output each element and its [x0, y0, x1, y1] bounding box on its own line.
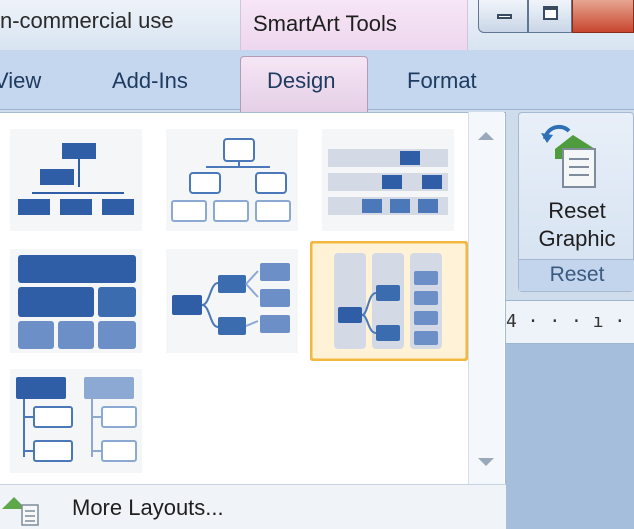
more-layouts-label: More Layouts...: [72, 495, 224, 520]
layout-horizontal-hierarchy[interactable]: [166, 249, 298, 353]
contextual-tab-header: SmartArt Tools: [240, 0, 468, 50]
tab-format[interactable]: Format: [407, 68, 477, 94]
document-background: [506, 344, 634, 529]
layout-hierarchy-list[interactable]: [10, 369, 142, 473]
reset-graphic-label-line1[interactable]: Reset: [519, 197, 634, 225]
reset-graphic-icon[interactable]: [539, 119, 603, 193]
maximize-button[interactable]: [528, 0, 572, 33]
scroll-down-icon[interactable]: [478, 458, 494, 466]
layout-labeled-hierarchy[interactable]: [322, 129, 454, 231]
window-title: n-commercial use: [0, 8, 174, 33]
tab-design[interactable]: Design: [240, 56, 368, 112]
minimize-icon: [497, 14, 512, 19]
tab-add-ins[interactable]: Add-Ins: [112, 68, 188, 94]
layout-org-chart[interactable]: [10, 129, 142, 231]
layout-gallery: [0, 112, 506, 529]
scroll-up-icon[interactable]: [478, 132, 494, 140]
ruler-markings: 4 · · · ı · · · 5: [506, 311, 634, 332]
more-layouts-button[interactable]: More Layouts...: [0, 484, 506, 529]
contextual-tab-label: SmartArt Tools: [253, 11, 397, 36]
ribbon-bottom-edge: [506, 292, 634, 300]
layout-horizontal-labeled-hierarchy[interactable]: [310, 241, 468, 361]
reset-group-footer: Reset: [519, 259, 634, 291]
reset-graphic-label-line2[interactable]: Graphic: [519, 225, 634, 253]
gallery-scrollbar[interactable]: [468, 112, 504, 484]
reset-group: Reset Graphic Reset: [518, 112, 634, 292]
reset-group-label: Reset: [549, 263, 605, 286]
layout-table-hierarchy[interactable]: [10, 249, 142, 353]
horizontal-ruler[interactable]: 4 · · · ı · · · 5: [506, 300, 634, 344]
restore-icon: [543, 6, 558, 20]
close-button[interactable]: [572, 0, 634, 33]
layout-hierarchy[interactable]: [166, 129, 298, 231]
more-layouts-icon: [2, 497, 39, 526]
title-bar: n-commercial use SmartArt Tools: [0, 0, 634, 50]
tab-view[interactable]: View: [0, 68, 41, 94]
smartart-design-window: n-commercial use SmartArt Tools View Add…: [0, 0, 634, 529]
tab-design-label: Design: [267, 68, 336, 93]
minimize-button[interactable]: [478, 0, 528, 33]
